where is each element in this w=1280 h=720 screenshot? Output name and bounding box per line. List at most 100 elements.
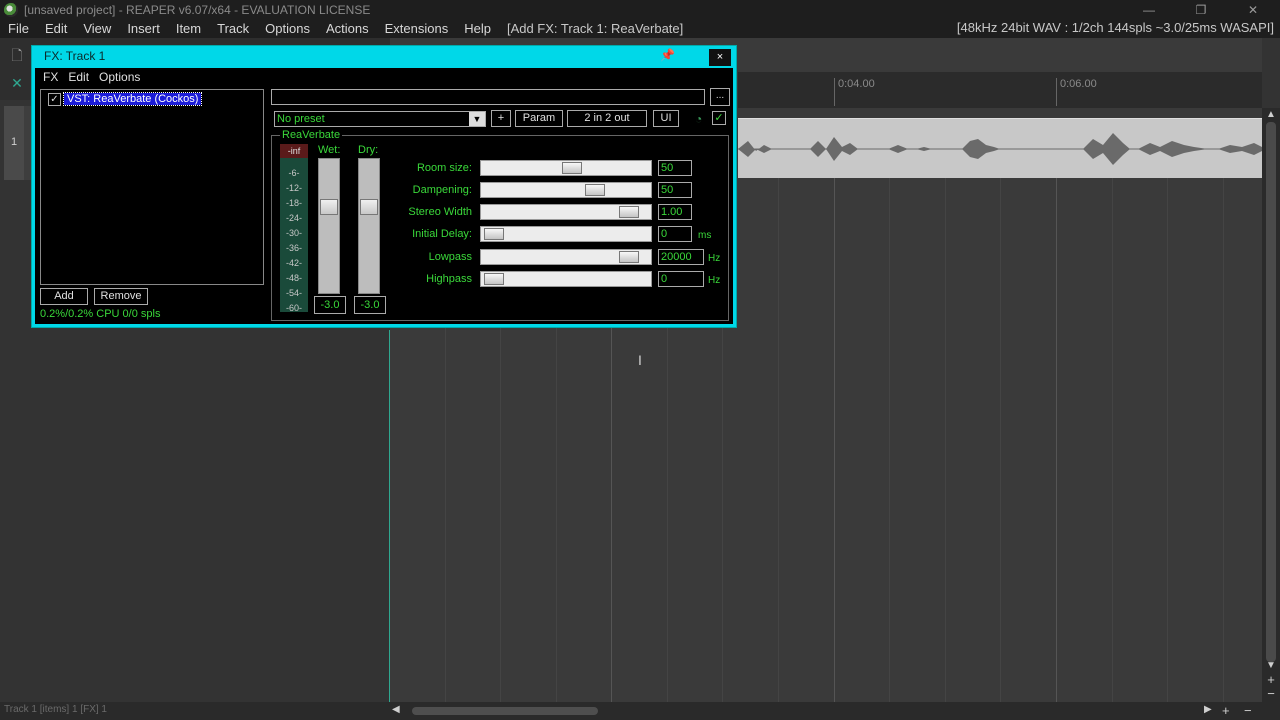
remove-fx-button[interactable]: Remove	[94, 288, 148, 305]
menu-file[interactable]: File	[0, 21, 37, 36]
menu-help[interactable]: Help	[456, 21, 499, 36]
dampening-value[interactable]: 50	[658, 182, 692, 198]
scroll-up-icon[interactable]: ▲	[1265, 109, 1277, 121]
param-thumb[interactable]	[619, 206, 639, 218]
wet-knob-icon[interactable]: ◔	[695, 113, 705, 125]
dry-value[interactable]: -3.0	[354, 296, 386, 314]
param-thumb[interactable]	[585, 184, 605, 196]
wet-label: Wet:	[318, 144, 341, 156]
vertical-scroll-thumb[interactable]	[1266, 122, 1276, 662]
param-button[interactable]: Param	[515, 110, 563, 127]
menu-extensions[interactable]: Extensions	[377, 21, 457, 36]
highpass-slider[interactable]	[480, 271, 652, 287]
new-project-icon[interactable]: 🗋	[6, 46, 28, 68]
fx-menu-options[interactable]: Options	[94, 70, 145, 84]
initial-delay-label: Initial Delay:	[412, 228, 472, 240]
lowpass-slider[interactable]	[480, 249, 652, 265]
preset-dropdown[interactable]: No preset ▼	[274, 111, 486, 127]
dry-label: Dry:	[358, 144, 379, 156]
track-number: 1	[10, 136, 18, 148]
meter-tick: -24-	[285, 213, 302, 223]
fx-chain-window[interactable]: FX: Track 1 📌 × FX Edit Options ✓ VST: R…	[31, 45, 737, 328]
add-preset-button[interactable]: +	[491, 110, 511, 127]
highpass-unit: Hz	[708, 275, 721, 286]
zoom-out-vertical-icon[interactable]: −	[1264, 687, 1278, 701]
menu-track[interactable]: Track	[209, 21, 257, 36]
fx-item-name[interactable]: VST: ReaVerbate (Cockos)	[62, 92, 203, 106]
fx-close-button[interactable]: ×	[709, 49, 731, 66]
highpass-value[interactable]: 0	[658, 271, 704, 287]
menu-edit[interactable]: Edit	[37, 21, 75, 36]
wet-fader-thumb[interactable]	[320, 199, 338, 215]
fx-menu-edit[interactable]: Edit	[63, 70, 94, 84]
more-options-button[interactable]: ...	[710, 88, 730, 106]
stereo-width-slider[interactable]	[480, 204, 652, 220]
menu-status-text: [Add FX: Track 1: ReaVerbate]	[506, 21, 684, 36]
grid-line	[1000, 178, 1001, 702]
room-size-slider[interactable]	[480, 160, 652, 176]
initial-delay-unit: ms	[698, 230, 712, 241]
zoom-in-horizontal-icon[interactable]: +	[1222, 703, 1230, 718]
stereo-width-value[interactable]: 1.00	[658, 204, 692, 220]
meter-tick: -54-	[285, 288, 302, 298]
output-meter: -inf -6- -12- -18- -24- -30- -36- -42- -…	[280, 144, 308, 313]
media-item[interactable]	[738, 118, 1262, 178]
scroll-left-icon[interactable]: ◀	[392, 704, 400, 715]
bottom-bar: Track 1 [items] 1 [FX] 1 ◀ ▶ + −	[0, 702, 1280, 720]
scroll-right-icon[interactable]: ▶	[1204, 704, 1212, 715]
param-thumb[interactable]	[484, 273, 504, 285]
wet-value[interactable]: -3.0	[314, 296, 346, 314]
room-size-value[interactable]: 50	[658, 160, 692, 176]
restore-button[interactable]: ❐	[1178, 0, 1224, 19]
param-thumb[interactable]	[562, 162, 582, 174]
wet-fader[interactable]	[318, 158, 340, 294]
io-routing-button[interactable]: 2 in 2 out	[567, 110, 647, 127]
horizontal-scrollbar[interactable]: ◀ ▶	[392, 704, 1212, 716]
grid-line	[1112, 178, 1113, 702]
ui-toggle-button[interactable]: UI	[653, 110, 679, 127]
menu-view[interactable]: View	[75, 21, 119, 36]
add-fx-button[interactable]: Add	[40, 288, 88, 305]
zoom-in-vertical-icon[interactable]: +	[1264, 673, 1278, 687]
fx-menu-fx[interactable]: FX	[35, 70, 63, 84]
ruler-tick: 0:04.00	[834, 78, 875, 106]
menu-item[interactable]: Item	[168, 21, 209, 36]
meter-tick: -48-	[285, 273, 302, 283]
title-bar: [unsaved project] - REAPER v6.07/x64 - E…	[0, 0, 1280, 19]
lowpass-value[interactable]: 20000	[658, 249, 704, 265]
param-thumb[interactable]	[619, 251, 639, 263]
zoom-out-horizontal-icon[interactable]: −	[1244, 703, 1252, 718]
meter-tick: -36-	[285, 243, 302, 253]
grid-line	[889, 178, 890, 702]
reaper-logo-icon	[4, 2, 18, 17]
meter-peak[interactable]: -inf	[280, 144, 308, 158]
menu-insert[interactable]: Insert	[119, 21, 168, 36]
meter-tick: -12-	[285, 183, 302, 193]
pin-icon[interactable]: 📌	[660, 49, 675, 61]
fx-bypass-checkbox[interactable]: ✓	[712, 111, 726, 125]
meter-tick: -6-	[288, 168, 300, 178]
audio-device-info[interactable]: [48kHz 24bit WAV : 1/2ch 144spls ~3.0/25…	[957, 20, 1274, 35]
timeline-ruler[interactable]: 0:04.00 0:06.00	[738, 72, 1262, 108]
close-window-button[interactable]: ✕	[1230, 0, 1276, 19]
chevron-down-icon[interactable]: ▼	[469, 112, 485, 126]
fx-enable-checkbox[interactable]: ✓	[48, 92, 61, 106]
envelope-icon[interactable]: ✕	[6, 72, 28, 94]
grid-line	[1056, 178, 1057, 702]
initial-delay-value[interactable]: 0	[658, 226, 692, 242]
fx-chain-list[interactable]: ✓ VST: ReaVerbate (Cockos)	[40, 89, 264, 285]
initial-delay-slider[interactable]	[480, 226, 652, 242]
menu-options[interactable]: Options	[257, 21, 318, 36]
dampening-slider[interactable]	[480, 182, 652, 198]
vertical-scrollbar[interactable]: ▲ ▼ + −	[1262, 108, 1280, 702]
horizontal-scroll-thumb[interactable]	[412, 707, 598, 715]
scroll-down-icon[interactable]: ▼	[1265, 660, 1277, 672]
fx-menu-bar: FX Edit Options	[35, 68, 733, 86]
menu-actions[interactable]: Actions	[318, 21, 377, 36]
stereo-width-label: Stereo Width	[408, 206, 472, 218]
preset-name-field[interactable]	[271, 89, 705, 105]
param-thumb[interactable]	[484, 228, 504, 240]
meter-tick: -18-	[285, 198, 302, 208]
minimize-button[interactable]: —	[1126, 0, 1172, 19]
fx-chain-item[interactable]: ✓ VST: ReaVerbate (Cockos)	[43, 91, 203, 107]
